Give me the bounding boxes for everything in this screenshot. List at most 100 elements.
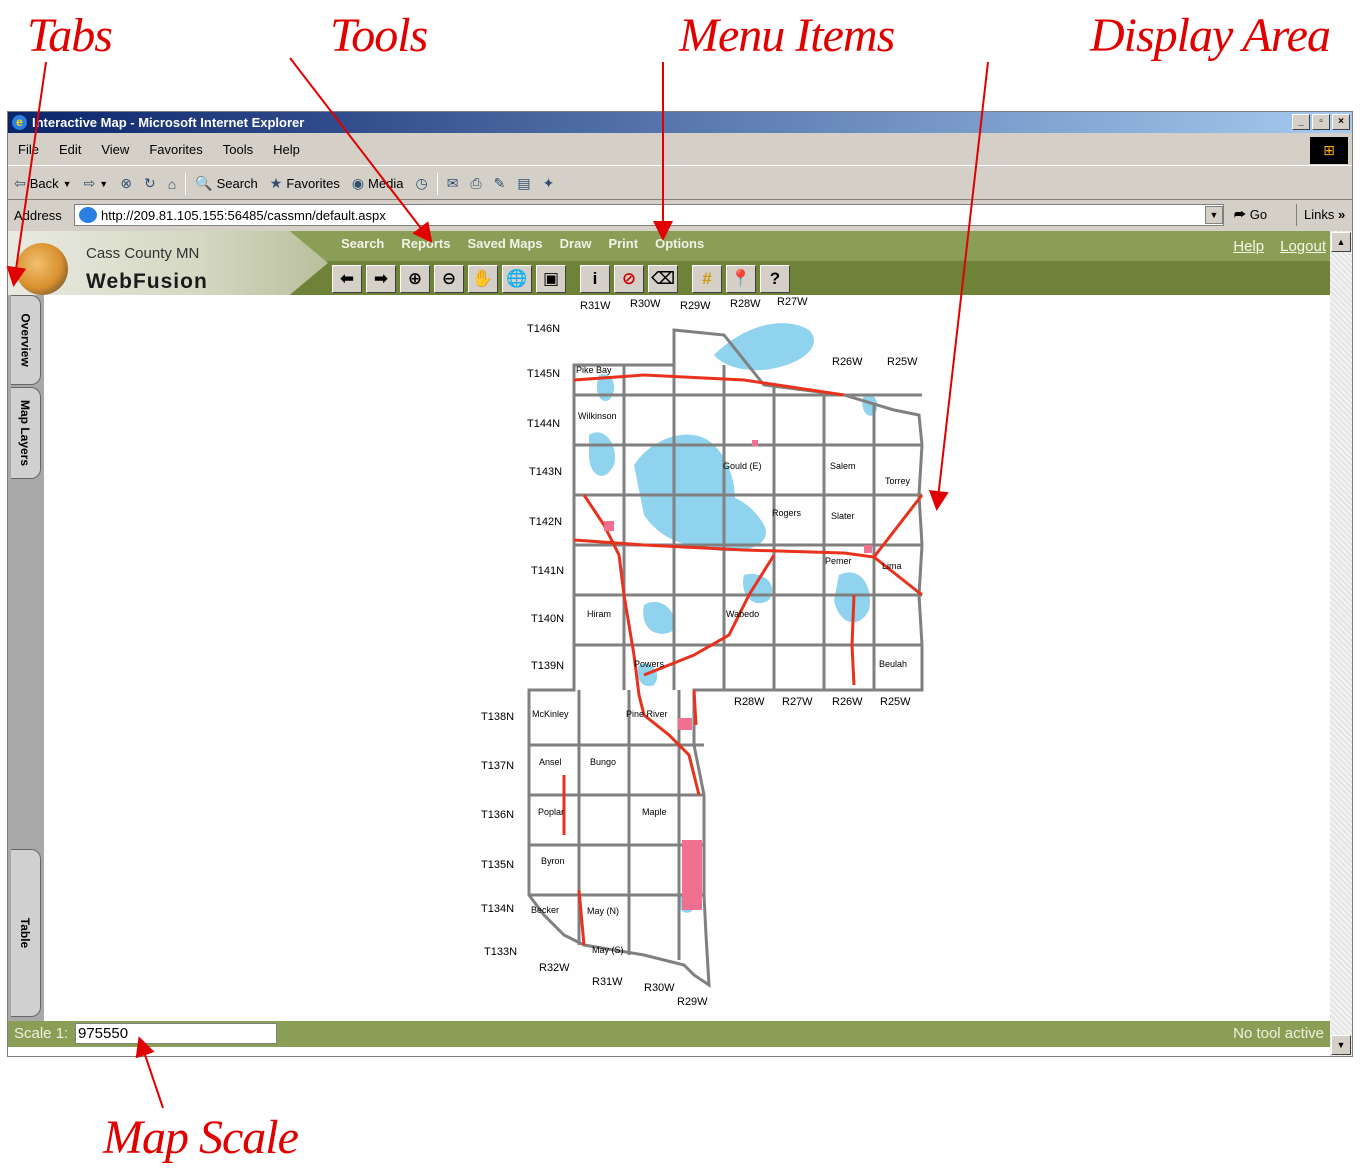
eraser-button[interactable]: ⌫ — [648, 265, 678, 293]
menu-view[interactable]: View — [91, 142, 139, 157]
full-extent-button[interactable]: 🌐 — [502, 265, 532, 293]
address-input[interactable]: http://209.81.105.155:56485/cassmn/defau… — [74, 204, 1224, 226]
app-menu-options[interactable]: Options — [655, 236, 704, 251]
messenger-button[interactable]: ✦ — [537, 175, 561, 192]
zoom-layer-button[interactable]: ▣ — [536, 265, 566, 293]
township-label: T133N — [484, 946, 517, 958]
tab-overview[interactable]: Overview — [11, 295, 41, 385]
maximize-button[interactable]: ▫ — [1312, 114, 1330, 130]
place-label: Pemer — [825, 556, 852, 566]
refresh-button[interactable]: ↻ — [138, 175, 162, 192]
discuss-button[interactable]: ▤ — [511, 175, 536, 192]
pan-button[interactable]: ✋ — [468, 265, 498, 293]
place-label: Byron — [541, 856, 565, 866]
place-label: Lima — [882, 561, 902, 571]
tab-map-layers[interactable]: Map Layers — [11, 387, 41, 479]
app-menu-search[interactable]: Search — [341, 236, 384, 251]
zoom-out-button[interactable]: ⊖ — [434, 265, 464, 293]
tab-table[interactable]: Table — [11, 849, 41, 1017]
clear-identify-button[interactable]: ⊘ — [614, 265, 644, 293]
map-tools: ⬅ ➡ ⊕ ⊖ ✋ 🌐 ▣ i ⊘ ⌫ # 📍 ? — [332, 265, 790, 293]
logo-banner: Cass County MN WebFusion — [8, 231, 328, 295]
minimize-button[interactable]: _ — [1292, 114, 1310, 130]
close-button[interactable]: × — [1332, 114, 1350, 130]
windows-flag-icon: ⊞ — [1310, 137, 1348, 164]
full-extent-globe-icon: 🌐 — [506, 269, 528, 288]
scale-input[interactable] — [75, 1023, 277, 1044]
menu-edit[interactable]: Edit — [49, 142, 91, 157]
mail-icon: ✉ — [446, 175, 459, 191]
app-menu-draw[interactable]: Draw — [560, 236, 592, 251]
page-icon — [79, 207, 97, 223]
back-button[interactable]: ⇦ Back ▼ — [8, 175, 78, 192]
select-grid-icon: # — [702, 269, 712, 288]
measure-button[interactable]: ? — [760, 265, 790, 293]
menu-tools[interactable]: Tools — [213, 142, 263, 157]
menu-favorites[interactable]: Favorites — [139, 142, 212, 157]
scroll-up-arrow-icon[interactable]: ▲ — [1331, 232, 1351, 252]
info-icon: i — [592, 269, 598, 288]
go-button[interactable]: ⮫ Go — [1234, 204, 1267, 226]
media-button[interactable]: ◉ Media — [346, 175, 410, 192]
toolbar-separator — [436, 172, 438, 195]
links-button[interactable]: Links » — [1296, 204, 1345, 226]
annotation-tools: Tools — [330, 9, 428, 62]
place-label: Maple — [642, 807, 667, 817]
township-label: T134N — [481, 903, 514, 915]
window-title: Interactive Map - Microsoft Internet Exp… — [32, 115, 305, 130]
road — [573, 373, 845, 397]
county-name: Cass County MN — [86, 245, 200, 262]
app-menu-reports[interactable]: Reports — [401, 236, 450, 251]
place-label: May (N) — [587, 906, 619, 916]
vertical-scrollbar[interactable]: ▲ ▼ — [1330, 231, 1352, 1056]
back-dropdown-icon: ▼ — [62, 178, 72, 189]
search-icon: 🔍 — [195, 175, 213, 191]
address-label: Address — [14, 208, 62, 223]
township-label: T135N — [481, 859, 514, 871]
place-label: Wilkinson — [578, 411, 617, 421]
logout-link[interactable]: Logout — [1280, 238, 1326, 255]
app-header: Cass County MN WebFusion Search Reports … — [8, 231, 1330, 295]
zoom-in-button[interactable]: ⊕ — [400, 265, 430, 293]
go-label: Go — [1249, 207, 1268, 222]
pin-button[interactable]: 📍 — [726, 265, 756, 293]
search-button[interactable]: 🔍 Search — [189, 175, 264, 192]
pan-hand-icon: ✋ — [472, 269, 494, 288]
app-menu-saved-maps[interactable]: Saved Maps — [468, 236, 543, 251]
city — [678, 718, 692, 730]
annotation-display-area: Display Area — [1090, 9, 1331, 62]
forward-extent-button[interactable]: ➡ — [366, 265, 396, 293]
back-extent-icon: ⬅ — [339, 269, 355, 288]
favorites-button[interactable]: ★ Favorites — [264, 175, 346, 192]
scroll-down-arrow-icon[interactable]: ▼ — [1331, 1035, 1351, 1055]
help-link[interactable]: Help — [1233, 238, 1264, 255]
stop-button[interactable]: ⊗ — [114, 175, 138, 192]
place-label: Beulah — [879, 659, 907, 669]
range-label: R31W — [592, 976, 623, 988]
no-identify-icon: ⊘ — [621, 269, 637, 288]
app-menu-print[interactable]: Print — [608, 236, 638, 251]
mail-button[interactable]: ✉ — [441, 175, 465, 192]
range-label: R30W — [630, 298, 661, 310]
menu-help[interactable]: Help — [263, 142, 310, 157]
menu-file[interactable]: File — [8, 142, 49, 157]
place-label: Pike Bay — [576, 365, 612, 375]
zoom-layer-icon: ▣ — [542, 269, 560, 288]
range-label: R27W — [782, 696, 813, 708]
print-button[interactable]: ⎙ — [464, 175, 487, 192]
identify-button[interactable]: i — [580, 265, 610, 293]
township-label: T146N — [527, 323, 560, 335]
map-display-area[interactable]: R31W R30W R29W R28W R27W R26W R25W R28W … — [44, 295, 1330, 1021]
edit-icon: ✎ — [493, 175, 506, 191]
range-label: R26W — [832, 696, 863, 708]
forward-button[interactable]: ⇨ ▼ — [78, 175, 115, 192]
address-dropdown-button[interactable]: ▼ — [1205, 206, 1223, 224]
home-button[interactable]: ⌂ — [162, 176, 182, 192]
back-extent-button[interactable]: ⬅ — [332, 265, 362, 293]
select-button[interactable]: # — [692, 265, 722, 293]
map-pin-icon: 📍 — [730, 269, 752, 288]
edit-button[interactable]: ✎ — [488, 175, 512, 192]
media-icon: ◉ — [351, 175, 365, 191]
address-bar: Address http://209.81.105.155:56485/cass… — [8, 201, 1352, 230]
history-button[interactable]: ◷ — [409, 175, 433, 192]
